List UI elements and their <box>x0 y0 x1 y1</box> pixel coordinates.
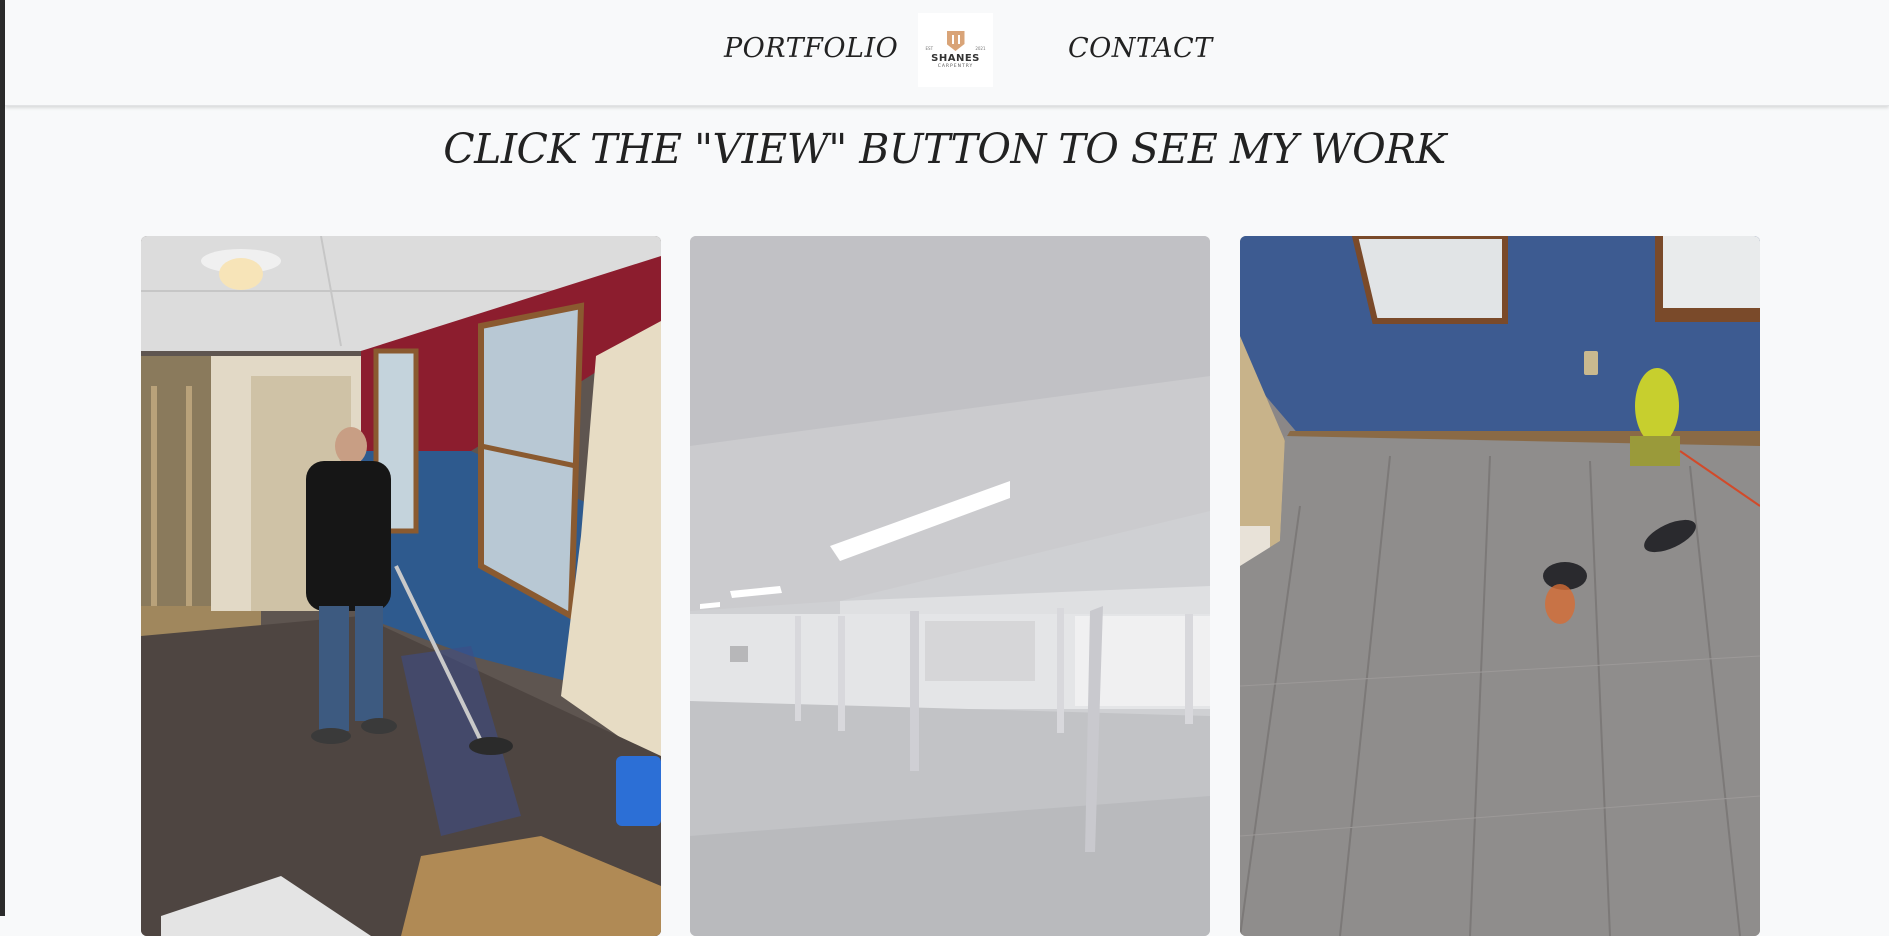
nav-link-portfolio[interactable]: PORTFOLIO <box>724 33 898 64</box>
logo-name: SHANES <box>931 53 980 64</box>
portfolio-card-2[interactable] <box>690 236 1210 936</box>
brand-logo[interactable]: EST 2021 SHANES CARPENTRY <box>918 13 993 87</box>
top-navbar: PORTFOLIO EST 2021 SHANES CARPENTRY CONT… <box>5 0 1889 106</box>
logo-subtitle: CARPENTRY <box>937 64 974 69</box>
logo-est-right: 2021 <box>975 46 986 51</box>
photo-floor-epoxy-coating <box>141 236 661 936</box>
logo-est-left: EST <box>925 46 934 51</box>
nav-link-contact[interactable]: CONTACT <box>1068 33 1213 64</box>
portfolio-card-3[interactable] <box>1240 236 1760 936</box>
photo-finished-basement <box>690 236 1210 936</box>
page-heading: CLICK THE "VIEW" BUTTON TO SEE MY WORK <box>443 125 1446 173</box>
portfolio-card-1[interactable] <box>141 236 661 936</box>
photo-vinyl-plank-floor <box>1240 236 1760 936</box>
logo-established: EST 2021 <box>926 46 986 51</box>
